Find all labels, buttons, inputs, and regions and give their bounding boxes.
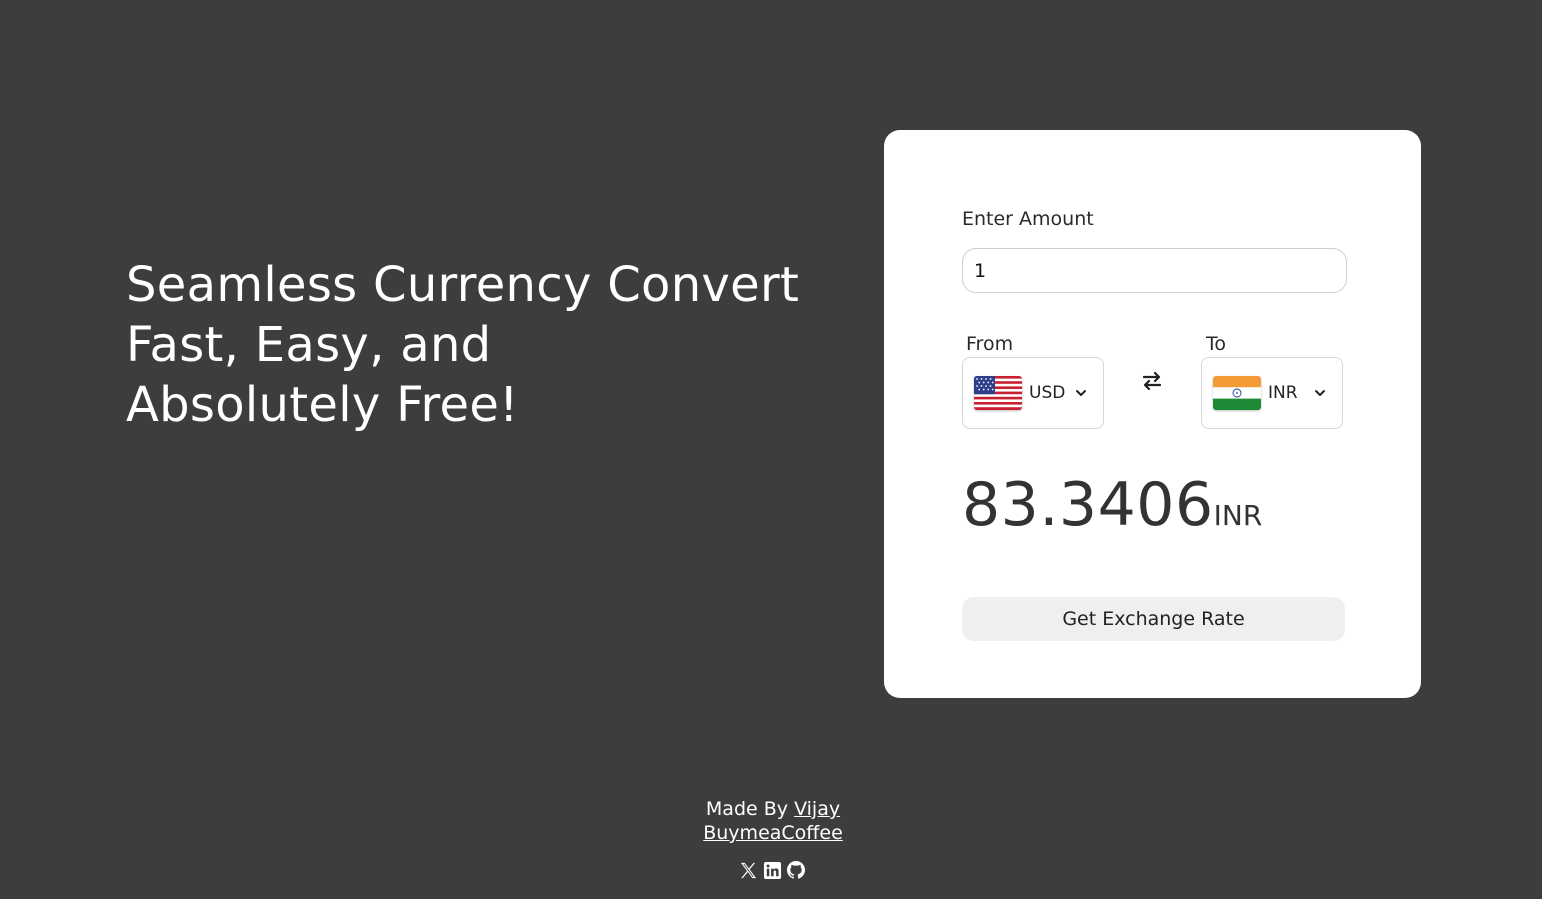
hero-line-3: Absolutely Free!: [126, 377, 519, 433]
conversion-result: 83.3406INR: [962, 470, 1262, 540]
github-icon[interactable]: [786, 860, 806, 880]
chevron-down-icon: [1315, 390, 1325, 396]
to-label: To: [1206, 333, 1227, 355]
result-currency: INR: [1213, 499, 1263, 532]
converter-card: Enter Amount From To: [884, 130, 1421, 698]
buy-me-a-coffee-link[interactable]: BuymeaCoffee: [703, 822, 843, 844]
made-by-text: Made By: [705, 798, 795, 820]
amount-input[interactable]: [962, 248, 1347, 293]
swap-currencies-button[interactable]: [1139, 368, 1165, 394]
from-currency-code: USD: [1029, 383, 1066, 403]
get-exchange-rate-button[interactable]: Get Exchange Rate: [962, 597, 1345, 641]
us-flag-icon: [974, 376, 1022, 410]
swap-arrows-icon: [1142, 371, 1162, 391]
to-currency-select[interactable]: INR: [1201, 357, 1343, 429]
amount-label: Enter Amount: [962, 208, 1094, 230]
chevron-down-icon: [1076, 390, 1086, 396]
from-currency-select[interactable]: USD: [962, 357, 1104, 429]
hero-line-2: Fast, Easy, and: [126, 317, 492, 373]
x-icon[interactable]: [738, 860, 758, 880]
social-links: [738, 860, 806, 880]
hero-line-1: Seamless Currency Convert: [126, 257, 800, 313]
linkedin-icon[interactable]: [762, 860, 782, 880]
india-flag-icon: [1213, 376, 1261, 410]
hero-heading: Seamless Currency Convert Fast, Easy, an…: [126, 255, 846, 435]
made-by-line: Made By Vijay: [0, 797, 1542, 821]
to-currency-code: INR: [1268, 383, 1298, 403]
result-value: 83.3406: [962, 470, 1214, 540]
from-label: From: [966, 333, 1014, 355]
footer: Made By Vijay BuymeaCoffee: [0, 797, 1542, 845]
author-link[interactable]: Vijay: [794, 798, 840, 820]
page: Seamless Currency Convert Fast, Easy, an…: [0, 0, 1542, 899]
